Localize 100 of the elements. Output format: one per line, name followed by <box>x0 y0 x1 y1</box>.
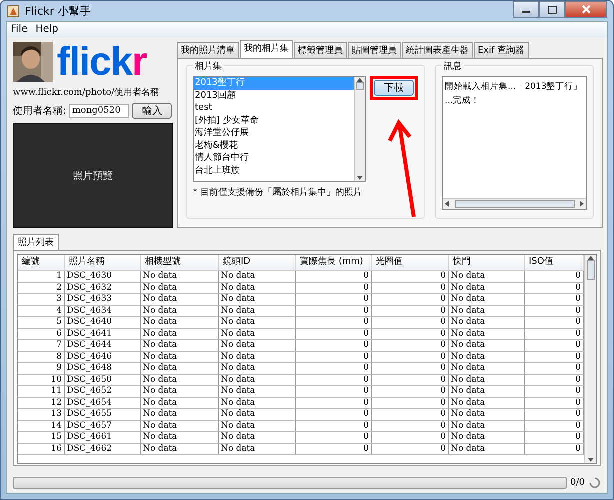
right-arrow-icon[interactable] <box>580 201 584 207</box>
table-cell: No data <box>219 444 296 455</box>
down-arrow-icon[interactable] <box>357 176 363 181</box>
preview-label: 照片預覽 <box>73 170 113 182</box>
album-item[interactable]: [外拍] 少女革命 <box>194 114 354 127</box>
tab[interactable]: 標籤管理員 <box>294 42 347 58</box>
table-cell: No data <box>219 386 296 398</box>
album-item[interactable]: 台北上班族 <box>194 164 354 177</box>
table-cell: 0 <box>296 317 372 328</box>
table-cell: 0 <box>296 340 372 352</box>
table-cell: 3 <box>18 294 65 306</box>
username-field[interactable]: mong0520 <box>69 104 130 118</box>
scroll-thumb[interactable] <box>586 260 594 280</box>
table-cell: 0 <box>372 444 449 455</box>
table-cell: 0 <box>372 409 449 420</box>
scroll-thumb[interactable] <box>454 200 574 208</box>
table-cell: No data <box>449 294 525 306</box>
album-item[interactable]: test <box>194 102 354 114</box>
table-cell: DSC_4652 <box>65 386 141 398</box>
table-cell: No data <box>219 432 296 444</box>
scroll-thumb[interactable] <box>356 82 364 90</box>
maximize-button[interactable] <box>539 1 565 18</box>
table-cell: DSC_4633 <box>65 294 141 306</box>
tab[interactable]: 貼圖管理員 <box>348 42 401 58</box>
column-header[interactable]: 光圈值 <box>372 255 449 271</box>
table-cell: 0 <box>372 306 449 317</box>
table-cell: No data <box>219 317 296 328</box>
table-cell: No data <box>141 409 219 420</box>
table-cell: No data <box>141 317 219 328</box>
table-cell: 2 <box>18 282 65 294</box>
table-cell: 0 <box>296 432 372 444</box>
table-cell: 0 <box>372 340 449 352</box>
table-cell: DSC_4632 <box>65 282 141 294</box>
table-cell: 0 <box>372 352 449 363</box>
table-cell: DSC_4648 <box>65 363 141 374</box>
table-cell: DSC_4640 <box>65 317 141 328</box>
close-button[interactable] <box>565 1 607 18</box>
table-cell: No data <box>141 374 219 386</box>
table-cell: 0 <box>296 409 372 420</box>
table-cell: 0 <box>296 271 372 282</box>
table-cell: DSC_4662 <box>65 444 141 455</box>
tab[interactable]: 照片列表 <box>13 234 59 250</box>
table-cell: No data <box>449 340 525 352</box>
album-item[interactable]: 2013回顧 <box>194 90 354 102</box>
tab[interactable]: 我的照片清單 <box>177 42 239 58</box>
column-header[interactable]: 編號 <box>18 255 65 271</box>
table-cell: 0 <box>296 294 372 306</box>
table-cell: No data <box>449 317 525 328</box>
app-icon <box>7 4 20 18</box>
up-arrow-icon[interactable] <box>588 255 594 260</box>
table-cell: No data <box>449 282 525 294</box>
table-cell: 10 <box>18 374 65 386</box>
table-cell: 16 <box>18 444 65 455</box>
column-header[interactable]: 相機型號 <box>141 255 219 271</box>
column-header[interactable]: 快門 <box>449 255 525 271</box>
table-cell: DSC_4630 <box>65 271 141 282</box>
scrollbar[interactable] <box>354 77 365 181</box>
tab[interactable]: Exif 查詢器 <box>474 42 529 58</box>
left-arrow-icon[interactable] <box>445 201 449 207</box>
progress-count: 0/0 <box>570 478 585 488</box>
table-cell: DSC_4654 <box>65 398 141 409</box>
column-header[interactable]: 鏡頭ID <box>219 255 296 271</box>
flickr-logo: flickr <box>57 42 147 82</box>
column-header[interactable]: 照片名稱 <box>65 255 141 271</box>
column-header[interactable]: 實際焦長 (mm) <box>296 255 372 271</box>
minimize-button[interactable] <box>513 1 539 18</box>
table-cell: No data <box>219 328 296 340</box>
table-cell: 12 <box>18 398 65 409</box>
maximize-icon <box>548 6 556 14</box>
tab[interactable]: 我的相片集 <box>240 40 293 58</box>
table-cell: DSC_4655 <box>65 409 141 420</box>
table-cell: DSC_4661 <box>65 432 141 444</box>
download-button[interactable]: 下載 <box>374 80 414 96</box>
table-cell: No data <box>219 374 296 386</box>
table-cell: 0 <box>372 328 449 340</box>
table-cell: No data <box>449 363 525 374</box>
table-cell: No data <box>449 432 525 444</box>
menu-item[interactable]: File <box>11 24 28 36</box>
album-item[interactable]: 海洋堂公仔展 <box>194 127 354 140</box>
table-cell: DSC_4644 <box>65 340 141 352</box>
up-arrow-icon[interactable] <box>357 77 363 82</box>
table-cell: No data <box>449 306 525 317</box>
album-item[interactable]: 情人節台中行 <box>194 152 354 164</box>
table-cell: 6 <box>18 328 65 340</box>
table-cell: 1 <box>18 271 65 282</box>
table-cell: 15 <box>18 432 65 444</box>
down-arrow-icon[interactable] <box>588 458 594 463</box>
table-cell: DSC_4650 <box>65 374 141 386</box>
table-cell: 13 <box>18 409 65 420</box>
scrollbar[interactable] <box>584 255 596 463</box>
tab[interactable]: 統計圖表產生器 <box>402 42 473 58</box>
table-cell: 4 <box>18 306 65 317</box>
enter-button[interactable]: 輸入 <box>132 103 172 119</box>
album-item[interactable]: 老梅&櫻花 <box>194 140 354 152</box>
scrollbar[interactable] <box>443 198 586 209</box>
table-cell: No data <box>449 444 525 455</box>
menu-item[interactable]: Help <box>36 24 59 36</box>
column-header[interactable]: ISO值 <box>525 255 584 271</box>
table-cell: 0 <box>372 374 449 386</box>
table-cell: 0 <box>296 328 372 340</box>
